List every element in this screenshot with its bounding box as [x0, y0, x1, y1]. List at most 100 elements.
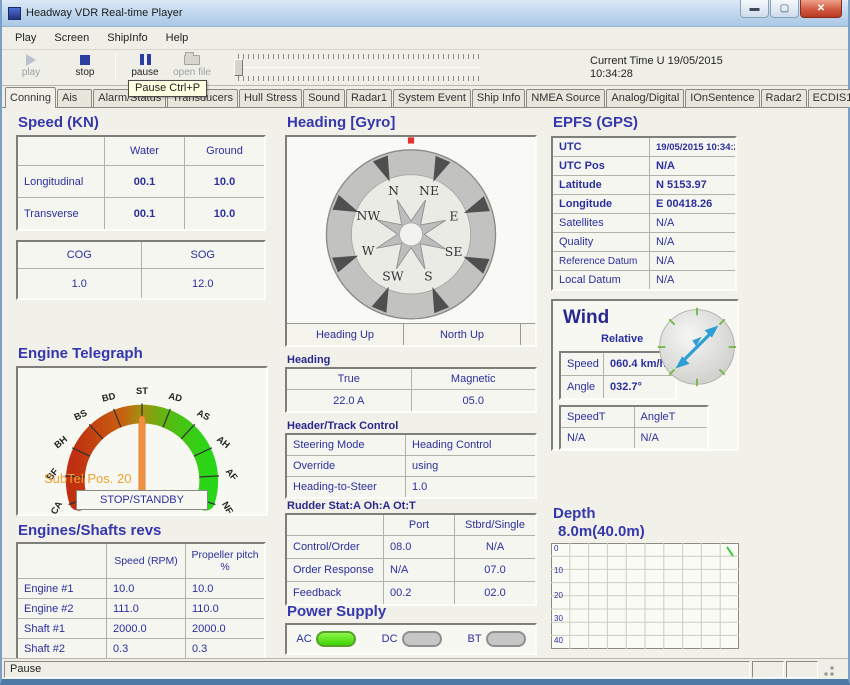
- speed-value: 10.0: [185, 166, 264, 197]
- track-value: using: [406, 456, 535, 476]
- tab-hull-stress[interactable]: Hull Stress: [239, 89, 302, 107]
- telegraph-label: AS: [195, 408, 211, 423]
- speed-col-ground: Ground: [185, 137, 264, 165]
- slider-track[interactable]: [238, 67, 480, 68]
- heading-magnetic-value: 05.0: [412, 390, 536, 411]
- menu-play[interactable]: Play: [6, 29, 45, 47]
- stop-standby-button[interactable]: STOP/STANDBY: [76, 490, 208, 510]
- pause-button[interactable]: pause: [120, 52, 170, 78]
- tab-ais[interactable]: Ais: [57, 89, 92, 107]
- compass-point: NW: [357, 208, 381, 223]
- rudder-title: Rudder Stat:A Oh:A Ot:T: [287, 500, 416, 512]
- pause-icon: [140, 54, 151, 65]
- pause-tooltip: Pause Ctrl+P: [128, 80, 207, 97]
- epfs-value: N 5153.97: [650, 176, 735, 194]
- tab-system-event[interactable]: System Event: [393, 89, 471, 107]
- heading-col-magnetic: Magnetic: [412, 369, 536, 389]
- depth-chart: 0 10 20 30 40: [551, 543, 739, 649]
- wind-true-table: SpeedT AngleT N/A N/A: [559, 405, 709, 450]
- tab-radar1[interactable]: Radar1: [346, 89, 392, 107]
- cell-blank: [287, 515, 383, 535]
- telegraph-label: CA: [49, 499, 65, 514]
- tab-radar2[interactable]: Radar2: [761, 89, 807, 107]
- playback-slider[interactable]: [234, 54, 480, 82]
- slider-thumb[interactable]: [234, 59, 243, 76]
- speed-value: 00.1: [105, 198, 184, 229]
- menu-shipinfo[interactable]: ShipInfo: [98, 29, 156, 47]
- engines-col-pitch: Propeller pitch %: [186, 544, 264, 578]
- rudder-value: 00.2: [384, 582, 454, 604]
- epfs-value: N/A: [650, 252, 735, 270]
- open-file-button[interactable]: open file: [167, 52, 217, 78]
- gyro-title: Heading [Gyro]: [287, 114, 395, 131]
- menu-help[interactable]: Help: [157, 29, 198, 47]
- epfs-title: EPFS (GPS): [553, 114, 638, 131]
- rudder-value: 02.0: [455, 582, 535, 604]
- cog-header: COG: [18, 242, 141, 268]
- tab-sound[interactable]: Sound: [303, 89, 345, 107]
- wind-speed-label: Speed: [561, 353, 603, 375]
- power-ac-indicator: [316, 631, 356, 647]
- epfs-row-label: Local Datum: [553, 271, 649, 289]
- play-button[interactable]: play: [6, 52, 56, 78]
- sog-header: SOG: [142, 242, 265, 268]
- conning-page: Speed (KN) Water Ground Longitudinal 00.…: [2, 109, 848, 659]
- rudder-value: 08.0: [384, 536, 454, 558]
- current-time: Current Time U 19/05/2015 10:34:28: [590, 55, 723, 81]
- engines-value: 110.0: [186, 599, 264, 618]
- tab-nmea-source[interactable]: NMEA Source: [526, 89, 605, 107]
- track-value: 1.0: [406, 477, 535, 497]
- cog-sog-table: COG SOG 1.0 12.0: [16, 240, 266, 300]
- tab-ionsentence[interactable]: IOnSentence: [685, 89, 759, 107]
- play-icon: [26, 54, 36, 66]
- resize-grip[interactable]: [820, 661, 836, 678]
- engines-title: Engines/Shafts revs: [18, 522, 161, 539]
- slider-ticks-top: [238, 54, 480, 59]
- telegraph-label: NF: [220, 500, 235, 514]
- compass-spacer: [521, 324, 535, 345]
- stop-button[interactable]: stop: [60, 52, 110, 78]
- power-dc-indicator: [402, 631, 442, 647]
- track-row-label: Steering Mode: [287, 435, 405, 455]
- heading-col-true: True: [287, 369, 411, 389]
- epfs-row-label: UTC Pos: [553, 157, 649, 175]
- close-button[interactable]: ✕: [800, 0, 842, 18]
- tab-conning[interactable]: Conning: [5, 87, 56, 108]
- minimize-button[interactable]: ▬: [740, 0, 769, 18]
- speed-value: 10.0: [185, 198, 264, 229]
- tab-ecdis1[interactable]: ECDIS1: [808, 89, 850, 107]
- tab-analog-digital[interactable]: Analog/Digital: [606, 89, 684, 107]
- depth-tick: 40: [554, 636, 563, 645]
- speed-row-label: Transverse: [18, 198, 104, 229]
- status-bar: Pause: [2, 658, 848, 679]
- rudder-value: N/A: [455, 536, 535, 558]
- toolbar-separator: [115, 53, 116, 81]
- rudder-col-stbrd: Stbrd/Single: [455, 515, 535, 535]
- engines-row-label: Shaft #1: [18, 619, 106, 638]
- heading-table: True Magnetic 22.0 A 05.0: [285, 367, 537, 413]
- heading-up-button[interactable]: Heading Up: [287, 324, 404, 345]
- current-time-line1: Current Time U 19/05/2015: [590, 55, 723, 68]
- app-icon: [8, 7, 21, 20]
- speed-col-water: Water: [105, 137, 184, 165]
- engines-col-speed: Speed (RPM): [107, 544, 185, 578]
- depth-tick: 20: [554, 591, 563, 600]
- compass-point: E: [449, 208, 458, 223]
- track-value: Heading Control: [406, 435, 535, 455]
- north-up-button[interactable]: North Up: [404, 324, 521, 345]
- engines-row-label: Engine #1: [18, 579, 106, 598]
- rudder-row-label: Order Response: [287, 559, 383, 581]
- maximize-button[interactable]: ▢: [770, 0, 799, 18]
- menu-screen[interactable]: Screen: [45, 29, 98, 47]
- compass-point: SW: [382, 268, 404, 283]
- status-segment: [786, 661, 818, 678]
- telegraph-needle: [139, 416, 145, 502]
- tab-ship-info[interactable]: Ship Info: [472, 89, 525, 107]
- power-bt: BT: [468, 631, 526, 647]
- rudder-row-label: Control/Order: [287, 536, 383, 558]
- depth-tick: 10: [554, 566, 563, 575]
- epfs-row-label: Quality: [553, 233, 649, 251]
- engines-value: 0.3: [186, 639, 264, 658]
- depth-tick: 0: [554, 544, 558, 553]
- epfs-value: N/A: [650, 233, 735, 251]
